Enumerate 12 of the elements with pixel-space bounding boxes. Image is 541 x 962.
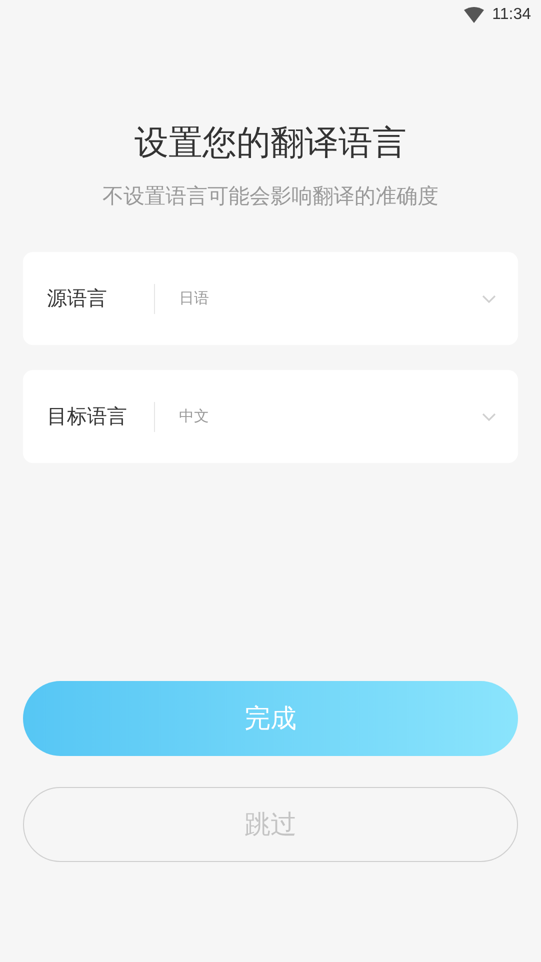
chevron-down-icon xyxy=(482,412,496,420)
status-time: 11:34 xyxy=(492,6,531,24)
language-picker[interactable]: 源语言 日语 xyxy=(23,252,518,345)
language-picker[interactable]: 目标语言 中文 xyxy=(23,370,518,463)
picker-value: 日语 xyxy=(179,289,210,308)
picker-label: 源语言 xyxy=(47,285,108,312)
wifi-icon xyxy=(464,7,484,23)
page-subtitle: 不设置语言可能会影响翻译的准确度 xyxy=(102,183,440,210)
chevron-down-icon xyxy=(482,294,496,302)
picker-label: 目标语言 xyxy=(47,403,128,430)
picker-value: 中文 xyxy=(179,407,210,426)
page-title: 设置您的翻译语言 xyxy=(134,122,408,165)
